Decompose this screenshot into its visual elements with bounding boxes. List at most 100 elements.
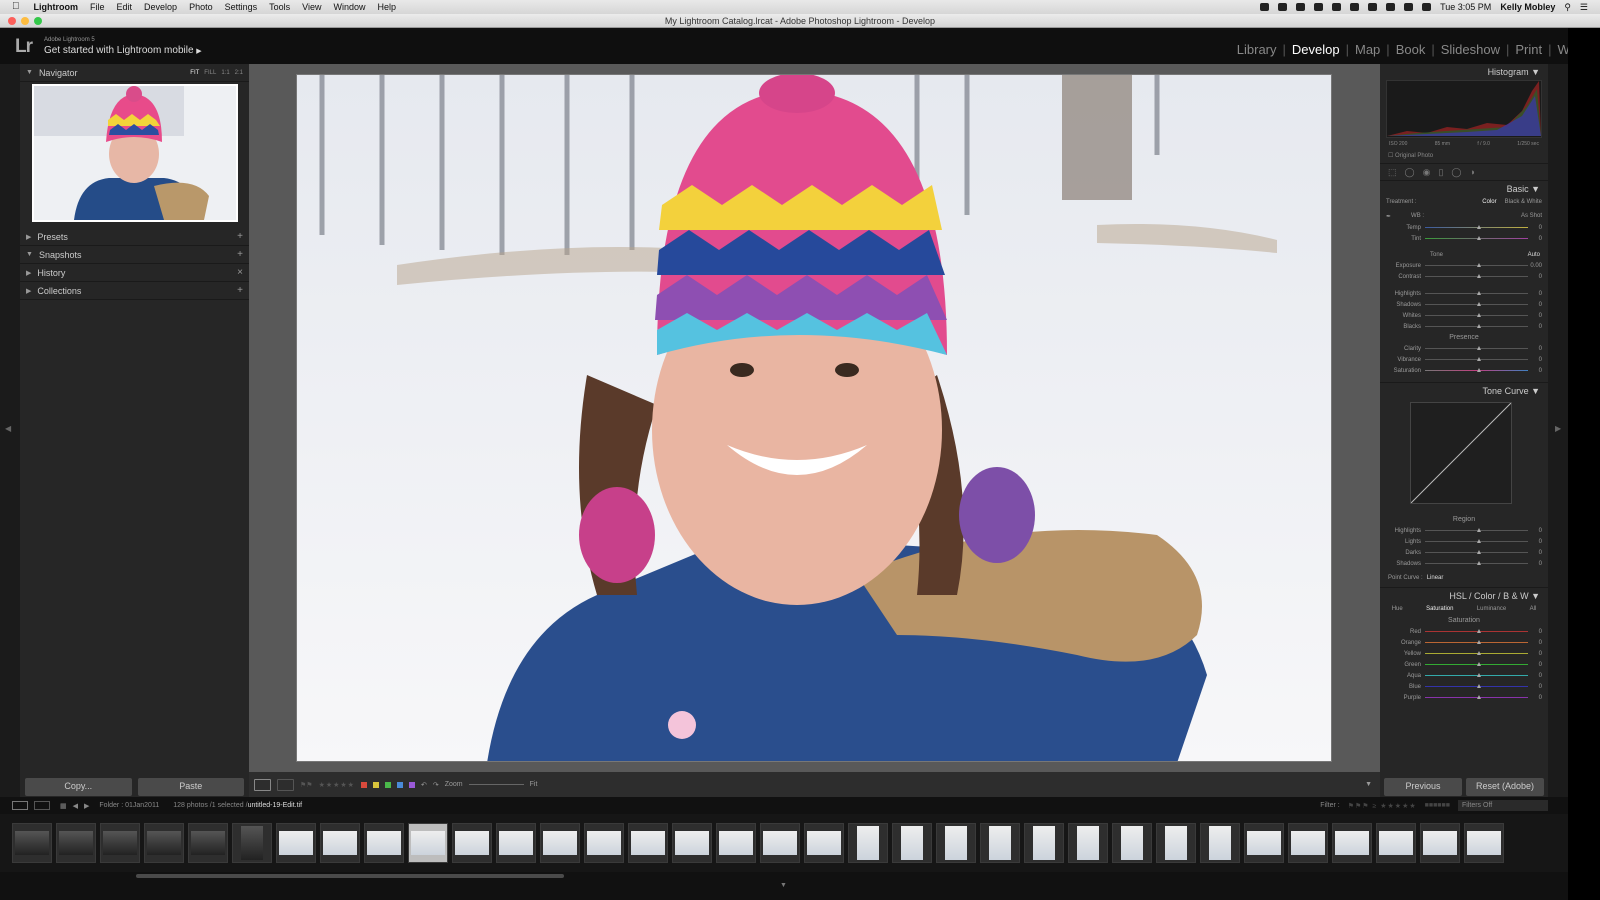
adobe-icon[interactable] xyxy=(1260,3,1270,11)
spotlight-search-icon[interactable]: ⚲ xyxy=(1564,2,1571,13)
hsl-hue-tab[interactable]: Hue xyxy=(1392,606,1403,612)
film-thumb[interactable] xyxy=(804,823,844,863)
curve-darks-slider[interactable]: Darks 0 xyxy=(1380,547,1548,558)
film-thumb[interactable] xyxy=(1024,823,1064,863)
home-icon[interactable] xyxy=(1350,3,1360,11)
auto-tone-button[interactable]: Auto xyxy=(1528,252,1540,258)
copy-settings-button[interactable]: Copy... xyxy=(25,778,132,796)
hsl-red-slider[interactable]: Red 0 xyxy=(1380,626,1548,637)
spot-removal-icon[interactable]: ◯ xyxy=(1405,167,1415,178)
apple-menu-icon[interactable]:  xyxy=(0,0,28,14)
treatment-color[interactable]: Color xyxy=(1482,199,1496,205)
menu-develop[interactable]: Develop xyxy=(138,0,183,14)
loupe-view-button[interactable] xyxy=(254,778,271,791)
treatment-bw[interactable]: Black & White xyxy=(1505,199,1542,205)
menu-view[interactable]: View xyxy=(296,0,327,14)
time-machine-icon[interactable] xyxy=(1404,3,1414,11)
hsl-blue-slider[interactable]: Blue 0 xyxy=(1380,681,1548,692)
film-thumb[interactable] xyxy=(672,823,712,863)
hsl-saturation-tab[interactable]: Saturation xyxy=(1426,606,1453,612)
snapshots-header[interactable]: ▼ Snapshots + xyxy=(20,246,249,264)
mobile-promo-link[interactable]: Get started with Lightroom mobile ▶ xyxy=(44,45,202,56)
label-red[interactable] xyxy=(360,781,367,788)
module-book[interactable]: Book xyxy=(1390,42,1432,57)
nav-mode-1-1[interactable]: 1:1 xyxy=(221,70,229,76)
film-thumb[interactable] xyxy=(1068,823,1108,863)
app-menu[interactable]: Lightroom xyxy=(28,0,85,14)
main-window-icon[interactable] xyxy=(12,801,28,810)
whites-slider[interactable]: Whites 0 xyxy=(1380,310,1548,321)
tint-slider[interactable]: Tint 0 xyxy=(1380,233,1548,244)
filmstrip-scrollbar[interactable] xyxy=(136,874,564,878)
before-after-button[interactable] xyxy=(277,778,294,791)
module-develop[interactable]: Develop xyxy=(1286,42,1346,57)
clear-history-icon[interactable]: × xyxy=(237,267,243,278)
film-thumb[interactable] xyxy=(716,823,756,863)
film-thumb[interactable] xyxy=(1464,823,1504,863)
collections-header[interactable]: ▶ Collections + xyxy=(20,282,249,300)
histogram[interactable]: ISO 200 85 mm f / 9.0 1/250 sec xyxy=(1386,80,1542,147)
point-curve-dropdown[interactable]: Linear xyxy=(1427,575,1444,581)
highlights-slider[interactable]: Highlights 0 xyxy=(1380,288,1548,299)
nav-mode-fit[interactable]: FIT xyxy=(190,70,199,76)
film-thumb[interactable] xyxy=(540,823,580,863)
radial-filter-icon[interactable]: ◯ xyxy=(1451,167,1461,178)
film-thumb[interactable] xyxy=(100,823,140,863)
film-thumb[interactable] xyxy=(892,823,932,863)
hsl-luminance-tab[interactable]: Luminance xyxy=(1477,606,1506,612)
film-thumb[interactable] xyxy=(496,823,536,863)
film-thumb[interactable] xyxy=(320,823,360,863)
saturation-slider[interactable]: Saturation 0 xyxy=(1380,365,1548,376)
film-thumb[interactable] xyxy=(56,823,96,863)
navigator-header[interactable]: ▼ Navigator FIT FILL 1:1 2:1 xyxy=(20,64,249,82)
history-header[interactable]: ▶ History × xyxy=(20,264,249,282)
minimize-window-button[interactable] xyxy=(21,17,29,25)
hsl-yellow-slider[interactable]: Yellow 0 xyxy=(1380,648,1548,659)
hsl-header[interactable]: HSL / Color / B & W ▼ xyxy=(1380,587,1548,603)
curve-lights-slider[interactable]: Lights 0 xyxy=(1380,536,1548,547)
main-photo[interactable] xyxy=(296,74,1332,762)
display-icon[interactable] xyxy=(1368,3,1378,11)
wb-eyedropper-icon[interactable]: ✒ xyxy=(1386,213,1391,220)
rotate-right-icon[interactable]: ↷ xyxy=(433,781,439,789)
bw-tab[interactable]: B & W xyxy=(1503,591,1529,601)
histogram-header[interactable]: Histogram ▼ xyxy=(1380,64,1548,80)
hsl-all-tab[interactable]: All xyxy=(1530,606,1537,612)
film-thumb[interactable] xyxy=(848,823,888,863)
filters-dropdown[interactable]: Filters Off xyxy=(1458,800,1548,811)
menu-settings[interactable]: Settings xyxy=(219,0,264,14)
nav-mode-2-1[interactable]: 2:1 xyxy=(235,70,243,76)
hsl-purple-slider[interactable]: Purple 0 xyxy=(1380,692,1548,703)
film-thumb[interactable] xyxy=(584,823,624,863)
film-thumb[interactable] xyxy=(760,823,800,863)
module-print[interactable]: Print xyxy=(1509,42,1548,57)
hsl-green-slider[interactable]: Green 0 xyxy=(1380,659,1548,670)
zoom-slider[interactable] xyxy=(468,784,524,785)
exposure-slider[interactable]: Exposure 0.00 xyxy=(1380,260,1548,271)
left-panel-toggle[interactable]: ◀ xyxy=(0,64,20,797)
presets-header[interactable]: ▶ Presets + xyxy=(20,228,249,246)
film-thumb[interactable] xyxy=(1200,823,1240,863)
grid-icon[interactable] xyxy=(1296,3,1306,11)
star-rating[interactable]: ★★★★★ xyxy=(319,781,355,789)
selected-filename[interactable]: untitled-19-Edit.tif xyxy=(248,802,302,809)
red-eye-icon[interactable]: ◉ xyxy=(1423,167,1431,178)
label-yellow[interactable] xyxy=(372,781,379,788)
crop-tool-icon[interactable]: ⬚ xyxy=(1388,167,1397,178)
forward-arrow-icon[interactable]: ▶ xyxy=(84,802,89,810)
menu-tools[interactable]: Tools xyxy=(263,0,296,14)
add-preset-icon[interactable]: + xyxy=(237,231,243,242)
film-thumb[interactable] xyxy=(144,823,184,863)
curve-highlights-slider[interactable]: Highlights 0 xyxy=(1380,525,1548,536)
film-thumb[interactable] xyxy=(276,823,316,863)
film-thumb[interactable] xyxy=(1376,823,1416,863)
film-thumb[interactable] xyxy=(1420,823,1460,863)
wb-dropdown[interactable]: As Shot xyxy=(1521,213,1542,220)
film-thumb[interactable] xyxy=(980,823,1020,863)
hsl-orange-slider[interactable]: Orange 0 xyxy=(1380,637,1548,648)
label-green[interactable] xyxy=(384,781,391,788)
film-thumb[interactable] xyxy=(1244,823,1284,863)
menu-window[interactable]: Window xyxy=(328,0,372,14)
adjustment-brush-icon[interactable]: ◑ xyxy=(1469,167,1474,177)
color-tab[interactable]: Color xyxy=(1474,591,1496,601)
